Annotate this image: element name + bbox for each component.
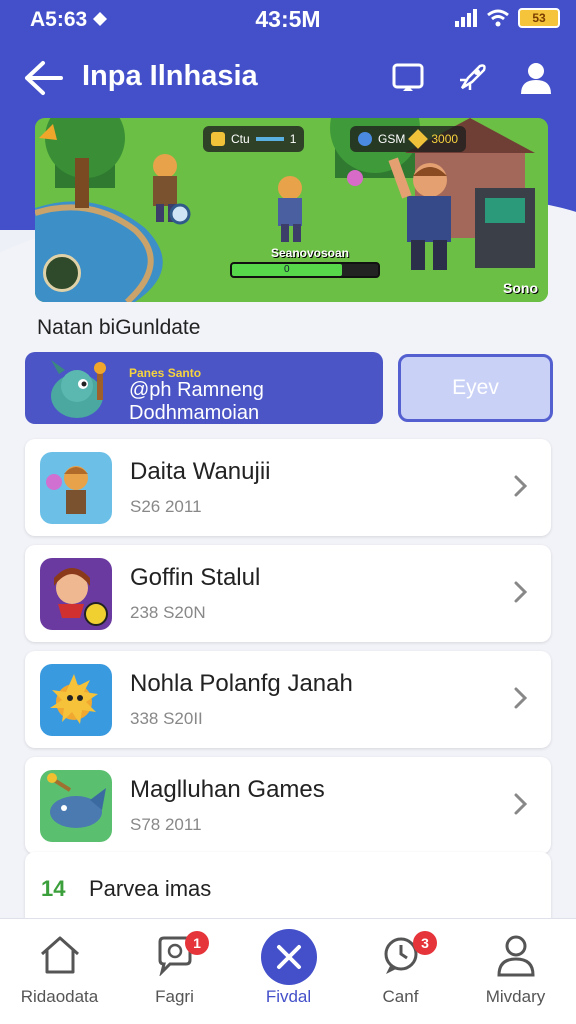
quest-progress-bar: 0	[230, 262, 380, 278]
game-meta: 238 S20N	[130, 603, 206, 622]
game-thumbnail-icon	[40, 452, 112, 524]
gem-icon	[358, 132, 372, 146]
hud-currency: GSM 3000	[350, 126, 467, 152]
game-thumbnail-icon	[40, 664, 112, 736]
hud-right-label: GSM	[378, 132, 406, 146]
bottom-tab-bar: Ridaodata 1 Fagri Fivdal 3 Canf Mivdary	[0, 918, 576, 1024]
game-thumbnail-icon	[40, 558, 112, 630]
game-title: Daita Wanujii	[130, 458, 271, 485]
tab-profile[interactable]: Mivdary	[458, 919, 573, 1024]
tab-label: Fivdal	[265, 987, 312, 1006]
chevron-right-icon	[514, 475, 528, 497]
tab-label: Mivdary	[485, 987, 546, 1006]
view-button[interactable]: Eyev	[398, 354, 553, 422]
promo-creature-icon	[51, 360, 106, 418]
status-icons: 53	[454, 8, 560, 28]
game-list-item[interactable]: Nohla Polanfg Janah 338 S20II	[25, 651, 551, 748]
tab-home[interactable]: Ridaodata	[2, 919, 117, 1024]
user-icon	[494, 933, 538, 977]
featured-game-banner[interactable]: Ctu 1 GSM 3000 Seanovosoan 0 Sono	[35, 118, 548, 302]
game-thumbnail-icon	[40, 770, 112, 842]
hero-corner-label: Sono	[503, 280, 538, 296]
signal-icon	[455, 9, 477, 27]
battery-icon: 53	[518, 8, 560, 28]
achievements-button[interactable]	[448, 54, 496, 102]
more-count: 14	[41, 876, 66, 901]
page-title: Inpa Ilnhasia	[82, 60, 258, 92]
game-meta: S78 2011	[130, 815, 202, 834]
game-list-item[interactable]: Maglluhan Games S78 2011	[25, 757, 551, 854]
hud-right-value: 3000	[431, 132, 459, 146]
notification-badge: 3	[413, 931, 437, 955]
screen-icon	[392, 63, 424, 91]
quest-progress-fill: 0	[232, 264, 342, 276]
more-label: Parvea imas	[89, 876, 212, 901]
notification-badge: 1	[185, 931, 209, 955]
close-button[interactable]	[261, 929, 317, 985]
user-icon	[521, 63, 551, 94]
game-title: Goffin Stalul	[130, 564, 261, 591]
game-meta: 338 S20II	[130, 709, 203, 728]
game-title: Nohla Polanfg Janah	[130, 670, 353, 697]
section-heading: Natan biGunldate	[37, 316, 201, 339]
hud-left-label: Ctu	[231, 132, 250, 146]
status-bar: A5:63 43:5M 53	[0, 0, 576, 38]
tab-label: Canf	[382, 987, 419, 1006]
hud-resource-icon	[211, 132, 225, 146]
game-list-item[interactable]: Daita Wanujii S26 2011	[25, 439, 551, 536]
rocket-icon	[460, 64, 486, 90]
top-nav-bar: Inpa Ilnhasia	[0, 50, 576, 106]
back-arrow-icon	[25, 61, 63, 95]
hud-left-value: 1	[289, 132, 297, 146]
game-list-item[interactable]: Goffin Stalul 238 S20N	[25, 545, 551, 642]
chevron-right-icon	[514, 793, 528, 815]
tab-label: Ridaodata	[20, 987, 99, 1006]
chevron-right-icon	[514, 581, 528, 603]
wifi-icon	[487, 9, 509, 27]
home-icon	[38, 933, 82, 977]
quest-caption: Seanovosoan	[270, 246, 350, 260]
coin-icon	[408, 129, 429, 149]
tab-center-action[interactable]: Fivdal	[231, 919, 346, 1024]
game-title: Maglluhan Games	[130, 776, 325, 803]
promo-banner[interactable]: Panes Santo @ph Ramneng Dodhmamoian	[25, 352, 383, 424]
tab-messages[interactable]: 1 Fagri	[117, 919, 232, 1024]
hud-divider	[255, 137, 284, 141]
promo-eyebrow: Panes Santo	[129, 366, 202, 380]
game-meta: S26 2011	[130, 497, 202, 516]
chevron-right-icon	[514, 687, 528, 709]
hero-badge-icon[interactable]	[43, 254, 81, 292]
cast-button[interactable]	[384, 54, 432, 102]
profile-button[interactable]	[512, 54, 560, 102]
promo-title: @ph Ramneng Dodhmamoian	[129, 379, 264, 424]
back-button[interactable]	[20, 56, 66, 100]
close-icon	[277, 945, 301, 969]
tab-label: Fagri	[155, 987, 194, 1006]
tab-activity[interactable]: 3 Canf	[343, 919, 458, 1024]
hud-resources: Ctu 1	[203, 126, 305, 152]
